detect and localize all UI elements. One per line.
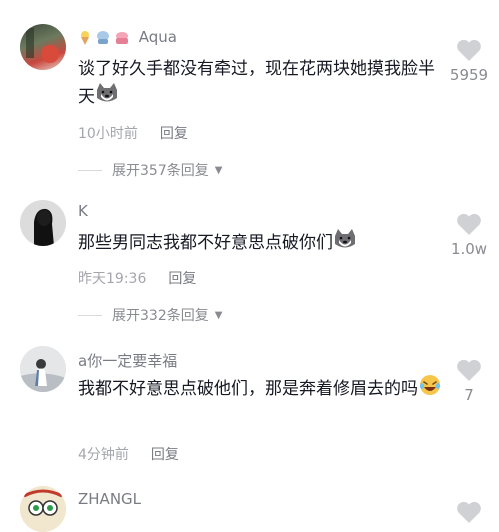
reply-button[interactable]: 回复 xyxy=(151,447,179,463)
timestamp: 昨天19:36 xyxy=(78,271,147,287)
timestamp: 10小时前 xyxy=(78,126,138,142)
divider-dash xyxy=(78,314,102,316)
shaved-ice-icon xyxy=(97,30,109,44)
comment-item: Aqua 谈了好久手都没有牵过，现在花两块她摸我脸半天 10小时前 回复 展开35… xyxy=(0,0,499,190)
heart-icon xyxy=(457,501,481,523)
comment-meta: 10小时前 回复 xyxy=(78,123,188,143)
triangle-down-icon: ▼ xyxy=(214,309,223,321)
username-row: Aqua xyxy=(78,28,177,46)
comment-item: K 那些男同志我都不好意思点破你们 昨天19:36 回复 展开332条回复 ▼ 1… xyxy=(0,190,499,340)
comment-text-content: 我都不好意思点破他们，那是奔着修眉去的吗 xyxy=(78,379,418,399)
avatar[interactable] xyxy=(20,486,66,532)
comment-text-content: 谈了好久手都没有牵过，现在花两块她摸我脸半天 xyxy=(78,59,435,107)
like-button[interactable]: 7 xyxy=(444,358,494,404)
like-button[interactable]: 1.0w xyxy=(444,212,494,258)
like-count: 5959 xyxy=(449,66,489,84)
heart-icon xyxy=(457,359,481,381)
like-count: 1.0w xyxy=(450,240,488,258)
expand-replies-button[interactable]: 展开332条回复 ▼ xyxy=(78,305,222,325)
laughing-emoji-icon xyxy=(418,374,442,404)
expand-replies-button[interactable]: 展开357条回复 ▼ xyxy=(78,160,222,180)
username[interactable]: K xyxy=(78,202,88,220)
expand-replies-label: 展开357条回复 xyxy=(112,163,209,179)
comment-text: 谈了好久手都没有牵过，现在花两块她摸我脸半天 xyxy=(78,56,443,112)
reply-button[interactable]: 回复 xyxy=(160,126,188,142)
divider-dash xyxy=(78,169,102,171)
like-button[interactable]: 5959 xyxy=(444,38,494,84)
icecream-icon xyxy=(81,30,89,45)
doge-emoji-icon xyxy=(333,228,357,258)
like-button[interactable] xyxy=(444,500,494,524)
comment-text-content: 那些男同志我都不好意思点破你们 xyxy=(78,233,333,253)
avatar[interactable] xyxy=(20,200,66,246)
heart-icon xyxy=(457,39,481,61)
badge-icons xyxy=(78,30,130,46)
reply-button[interactable]: 回复 xyxy=(168,271,196,287)
like-count: 7 xyxy=(464,386,474,404)
username[interactable]: Aqua xyxy=(139,28,177,46)
avatar[interactable] xyxy=(20,24,66,70)
doge-emoji-icon xyxy=(95,82,119,112)
username[interactable]: a你一定要幸福 xyxy=(78,350,177,371)
username[interactable]: ZHANGL xyxy=(78,490,141,508)
comment-meta: 昨天19:36 回复 xyxy=(78,268,196,288)
timestamp: 4分钟前 xyxy=(78,447,129,463)
heart-icon xyxy=(457,213,481,235)
expand-replies-label: 展开332条回复 xyxy=(112,308,209,324)
comment-meta: 4分钟前 回复 xyxy=(78,444,179,464)
comment-text: 那些男同志我都不好意思点破你们 xyxy=(78,228,443,258)
comment-text: 我都不好意思点破他们，那是奔着修眉去的吗 xyxy=(78,374,443,404)
triangle-down-icon: ▼ xyxy=(214,164,223,176)
comment-item: a你一定要幸福 我都不好意思点破他们，那是奔着修眉去的吗 4分钟前 回复 7 xyxy=(0,340,499,480)
comment-item: ZHANGL xyxy=(0,480,499,532)
avatar[interactable] xyxy=(20,346,66,392)
cake-icon xyxy=(116,31,128,44)
